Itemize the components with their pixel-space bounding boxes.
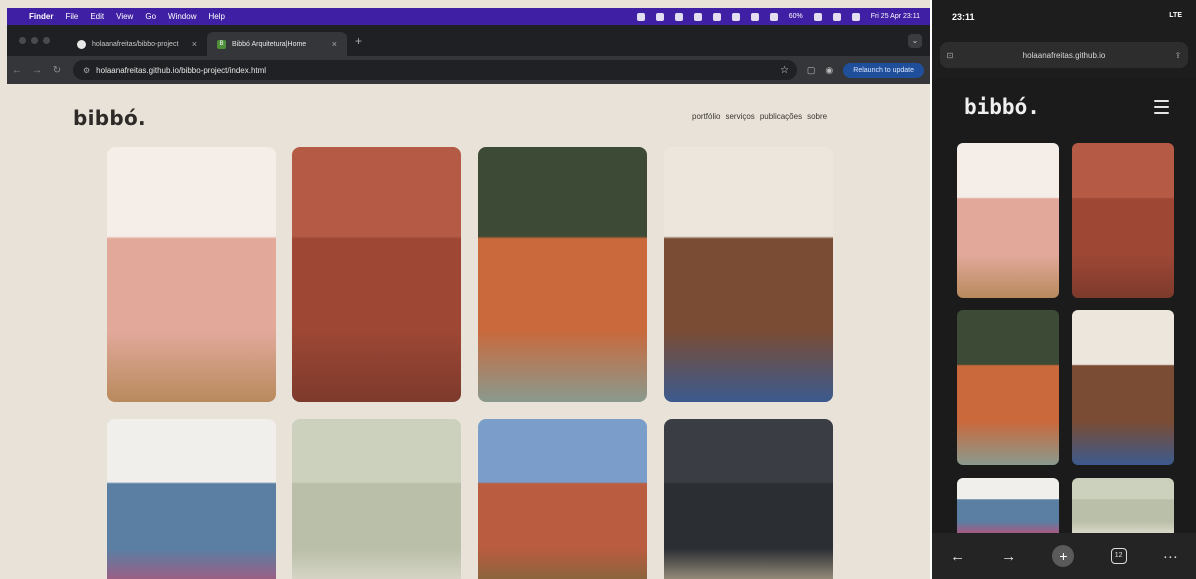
webpage-viewport: bibbó. portfólio serviços publicações so… (7, 84, 930, 579)
pink-hallway-photo[interactable] (957, 143, 1059, 298)
terracotta-wall-22-photo[interactable] (1072, 143, 1174, 298)
control-center-icon[interactable] (851, 12, 860, 21)
browser-tab-bar: holaanafreitas/bibbo-project × B Bibbó A… (7, 25, 930, 56)
status-icon[interactable] (655, 12, 664, 21)
signal-indicator: LTE (1169, 12, 1182, 19)
minimize-window-button[interactable] (31, 37, 38, 44)
close-window-button[interactable] (19, 37, 26, 44)
menu-view[interactable]: View (116, 12, 133, 21)
macos-menu-bar: Finder File Edit View Go Window Help 60%… (7, 8, 930, 25)
back-icon[interactable]: ← (950, 548, 965, 565)
hamburger-menu-icon[interactable] (1154, 100, 1169, 118)
nav-link-publicacoes[interactable]: publicações (760, 112, 802, 121)
zoom-window-button[interactable] (43, 37, 50, 44)
phone-webpage: bibbó. (932, 78, 1196, 533)
browser-toolbar: ← → ↻ ⚙ holaanafreitas.github.io/bibbo-p… (7, 56, 930, 84)
headphones-icon[interactable] (731, 12, 740, 21)
menu-edit[interactable]: Edit (90, 12, 104, 21)
terracotta-wall-22-photo[interactable] (292, 147, 461, 402)
status-icon[interactable] (674, 12, 683, 21)
tab-title: holaanafreitas/bibbo-project (92, 40, 179, 48)
blue-wall-art-photo[interactable] (107, 419, 276, 579)
close-tab-icon[interactable]: × (192, 39, 197, 49)
back-icon[interactable]: ← (7, 65, 27, 76)
status-icon[interactable] (769, 12, 778, 21)
framed-prints-photo[interactable] (1072, 478, 1174, 533)
living-room-vases-photo[interactable] (664, 147, 833, 402)
menu-help[interactable]: Help (208, 12, 224, 21)
nav-link-sobre[interactable]: sobre (807, 112, 827, 121)
site-logo[interactable]: bibbó. (73, 106, 146, 130)
medianeras-poster-photo[interactable] (664, 419, 833, 579)
living-room-vases-photo[interactable] (1072, 310, 1174, 465)
phone-url-text[interactable]: holaanafreitas.github.io (960, 51, 1168, 60)
status-icon[interactable] (636, 12, 645, 21)
new-tab-icon[interactable]: + (1052, 545, 1075, 567)
pink-hallway-photo[interactable] (107, 147, 276, 402)
phone-address-bar[interactable]: ⊡ holaanafreitas.github.io ⇪ (940, 42, 1188, 68)
nav-link-portfolio[interactable]: portfólio (692, 112, 720, 121)
fuba-storefront-photo[interactable] (478, 147, 647, 402)
menu-window[interactable]: Window (168, 12, 196, 21)
tab-layout-icon[interactable]: ▢ (807, 65, 816, 76)
page-settings-icon[interactable]: ⊡ (940, 51, 960, 60)
site-info-icon[interactable]: ⚙ (83, 66, 90, 75)
address-bar[interactable]: ⚙ holaanafreitas.github.io/bibbo-project… (73, 60, 797, 80)
site-favicon-icon: B (217, 39, 226, 49)
tab-github[interactable]: holaanafreitas/bibbo-project × (67, 32, 207, 56)
desktop-screenshot: Finder File Edit View Go Window Help 60%… (0, 0, 930, 579)
more-menu-icon[interactable]: ··· (1163, 548, 1178, 565)
window-controls (7, 37, 67, 44)
fuba-storefront-photo[interactable] (957, 310, 1059, 465)
wifi-icon[interactable] (813, 12, 822, 21)
tabs-count-icon[interactable]: 12 (1110, 548, 1127, 564)
dropbox-icon[interactable] (712, 12, 721, 21)
url-text[interactable]: holaanafreitas.github.io/bibbo-project/i… (96, 66, 266, 75)
github-icon (77, 39, 86, 49)
tab-search-icon[interactable]: ⌄ (908, 33, 922, 48)
reload-icon[interactable]: ↻ (47, 65, 67, 76)
share-icon[interactable]: ⇪ (1168, 51, 1188, 60)
bluetooth-icon[interactable] (750, 12, 759, 21)
menu-file[interactable]: File (65, 12, 78, 21)
menu-app-name[interactable]: Finder (29, 12, 53, 21)
menu-clock[interactable]: Fri 25 Apr 23:11 (871, 13, 920, 20)
blue-wall-art-photo[interactable] (957, 478, 1059, 533)
forward-icon[interactable]: → (27, 65, 47, 76)
tab-bibbo-home[interactable]: B Bibbó Arquitetura|Home × (207, 32, 347, 56)
site-nav: portfólio serviços publicações sobre (692, 112, 827, 121)
profile-icon[interactable]: ◉ (825, 65, 833, 76)
phone-bottom-toolbar: ← → + 12 ··· (932, 533, 1196, 579)
cloud-icon[interactable] (693, 12, 702, 21)
phone-status-bar: 23:11 LTE (932, 10, 1196, 28)
phone-clock: 23:11 (952, 12, 975, 22)
bookmark-star-icon[interactable]: ☆ (780, 65, 789, 76)
search-icon[interactable] (832, 12, 841, 21)
forward-icon[interactable]: → (1001, 548, 1016, 565)
new-tab-button[interactable]: + (347, 34, 362, 48)
battery-percent[interactable]: 60% (789, 13, 803, 20)
close-tab-icon[interactable]: × (332, 39, 337, 49)
framed-prints-photo[interactable] (292, 419, 461, 579)
phone-site-logo[interactable]: bibbó. (964, 95, 1040, 119)
mobile-screenshot: 23:11 LTE ⊡ holaanafreitas.github.io ⇪ b… (932, 0, 1196, 579)
menu-go[interactable]: Go (145, 12, 156, 21)
nav-link-servicos[interactable]: serviços (725, 112, 754, 121)
rooftop-plants-photo[interactable] (478, 419, 647, 579)
relaunch-button[interactable]: Relaunch to update (843, 62, 924, 78)
tab-title: Bibbó Arquitetura|Home (232, 40, 307, 48)
